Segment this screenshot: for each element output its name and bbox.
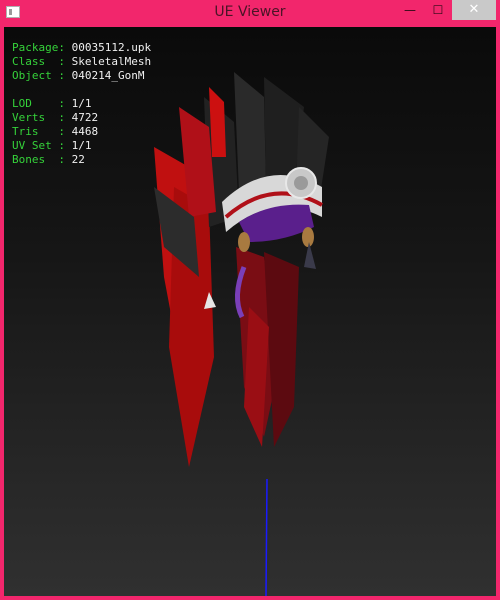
info-object-row: Object : 040214_GonM bbox=[12, 69, 151, 83]
app-window: UE Viewer — ☐ ✕ Package: 00035112.upk Cl… bbox=[0, 0, 500, 600]
minimize-button[interactable]: — bbox=[396, 0, 424, 20]
info-value: 22 bbox=[71, 153, 85, 166]
info-value: SkeletalMesh bbox=[71, 55, 152, 68]
mesh-info-overlay: Package: 00035112.upk Class : SkeletalMe… bbox=[12, 41, 151, 167]
info-value: 040214_GonM bbox=[71, 69, 145, 82]
info-label: Object : bbox=[12, 69, 65, 82]
info-bones-row: Bones : 22 bbox=[12, 153, 151, 167]
info-value: 1/1 bbox=[71, 139, 92, 152]
tassel-right bbox=[302, 227, 314, 247]
tassel-left bbox=[238, 232, 250, 252]
info-package-row: Package: 00035112.upk bbox=[12, 41, 151, 55]
info-label: Verts : bbox=[12, 111, 65, 124]
info-value: 1/1 bbox=[71, 97, 92, 110]
headdress-model bbox=[154, 72, 329, 467]
feather-red-accent bbox=[209, 87, 226, 157]
info-value: 00035112.upk bbox=[71, 41, 152, 54]
axis-line bbox=[265, 478, 268, 596]
info-tris-row: Tris : 4468 bbox=[12, 125, 151, 139]
info-value: 4468 bbox=[71, 125, 99, 138]
info-label: UV Set : bbox=[12, 139, 65, 152]
info-label: Tris : bbox=[12, 125, 65, 138]
trail-right bbox=[264, 252, 299, 447]
info-class-row: Class : SkeletalMesh bbox=[12, 55, 151, 69]
info-lod-row: LOD : 1/1 bbox=[12, 97, 151, 111]
close-button[interactable]: ✕ bbox=[452, 0, 496, 20]
maximize-button[interactable]: ☐ bbox=[424, 0, 452, 20]
3d-viewport[interactable]: Package: 00035112.upk Class : SkeletalMe… bbox=[4, 27, 496, 596]
medallion-center bbox=[294, 176, 308, 190]
info-uvset-row: UV Set : 1/1 bbox=[12, 139, 151, 153]
info-label: LOD : bbox=[12, 97, 65, 110]
title-bar[interactable]: UE Viewer — ☐ ✕ bbox=[0, 0, 500, 26]
feather-dark-top bbox=[234, 72, 266, 192]
info-label: Package: bbox=[12, 41, 65, 54]
info-value: 4722 bbox=[71, 111, 99, 124]
info-label: Bones : bbox=[12, 153, 65, 166]
info-verts-row: Verts : 4722 bbox=[12, 111, 151, 125]
info-label: Class : bbox=[12, 55, 65, 68]
